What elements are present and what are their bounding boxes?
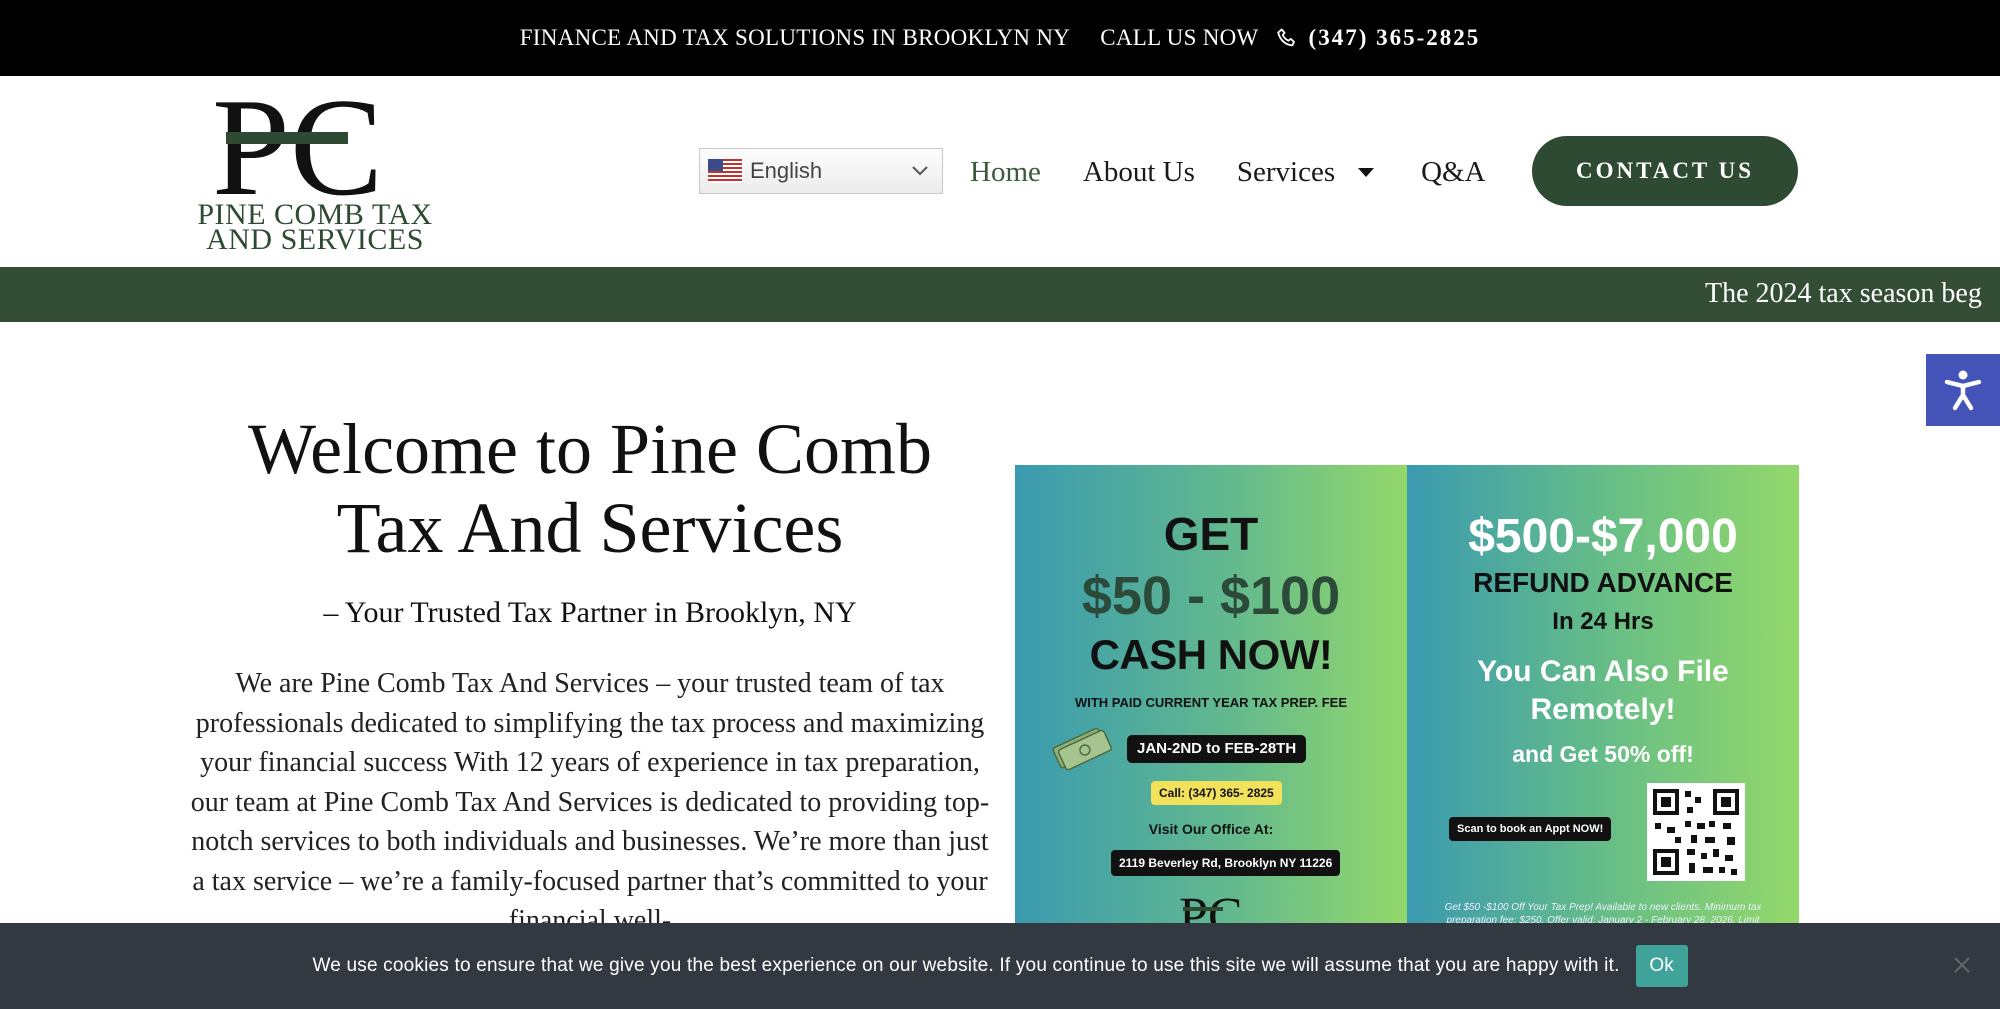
call-label: CALL US NOW [1100,25,1259,50]
logo-mark: PC [212,70,383,225]
flyer-discount: and Get 50% off! [1512,741,1694,767]
language-label: English [750,158,823,183]
nav-about[interactable]: About Us [1083,156,1195,189]
flyer-refund-label: REFUND ADVANCE [1473,567,1733,598]
page-subtitle: – Your Trusted Tax Partner in Brooklyn, … [323,596,857,629]
svg-text:PC: PC [212,90,383,202]
chevron-down-icon [912,166,928,176]
flyer-dates: JAN-2ND to FEB-28TH [1127,735,1307,763]
nav-qa[interactable]: Q&A [1421,156,1485,189]
phone-link[interactable]: (347) 365-2825 [1309,25,1481,51]
main-nav: Home About Us Services Q&A [970,146,1486,198]
nav-services-label: Services [1236,155,1336,188]
language-selector[interactable]: English [699,148,943,194]
flyer-remote-line-2: Remotely! [1530,693,1676,726]
intro-paragraph: We are Pine Comb Tax And Services – your… [190,668,990,936]
tagline: FINANCE AND TAX SOLUTIONS IN BROOKLYN NY [519,25,1071,50]
flyer-cash-amount: $50 - $100 [1081,566,1341,626]
contact-us-button[interactable]: CONTACT US [1532,136,1798,206]
page-title: Welcome to Pine Comb Tax And Services [190,410,990,568]
title-line-1: Welcome to Pine Comb [247,409,933,489]
flyer-cash-now: CASH NOW! [1089,631,1333,678]
top-info-bar: FINANCE AND TAX SOLUTIONS IN BROOKLYN NY… [0,0,2000,76]
flyer-remote-line-1: You Can Also File [1477,655,1729,688]
promo-flyer: GET $50 - $100 CASH NOW! WITH PAID CURRE… [1015,465,1799,925]
flyer-logo: PC [1179,889,1243,925]
flyer-remote: You Can Also File Remotely! [1407,653,1799,729]
cookie-text: We use cookies to ensure that we give yo… [312,955,1620,976]
cookie-banner: We use cookies to ensure that we give yo… [0,923,2000,1009]
close-icon[interactable] [1952,955,1972,975]
logo-text: PINE COMB TAX AND SERVICES [190,200,440,256]
flyer-refund-panel: $500-$7,000 REFUND ADVANCE In 24 Hrs You… [1407,465,1799,925]
flyer-address: 2119 Beverley Rd, Brooklyn NY 11226 [1111,850,1341,876]
caret-down-icon [1358,167,1375,177]
page-title-heading: Welcome to Pine Comb Tax And Services [190,410,990,568]
announcement-ticker: The 2024 tax season beg [0,267,2000,322]
flyer-refund-amount: $500-$7,000 [1468,510,1738,563]
cookie-ok-button[interactable]: Ok [1635,945,1688,987]
flyer-scan-label: Scan to book an Appt NOW! [1449,817,1612,841]
site-header: PC PINE COMB TAX AND SERVICES English Ho… [0,70,2000,267]
title-line-2: Tax And Services [336,488,844,568]
nav-home[interactable]: Home [970,156,1041,189]
accessibility-icon [1944,370,1982,411]
us-flag-icon [708,159,742,183]
ticker-text: The 2024 tax season beg [1705,278,1982,309]
flyer-call: Call: (347) 365- 2825 [1151,781,1282,805]
nav-services[interactable]: Services [1237,156,1375,189]
accessibility-button[interactable] [1926,354,2000,426]
qr-code-icon[interactable] [1647,783,1745,881]
flyer-visit: Visit Our Office At: [1148,821,1274,837]
logo-line-2: AND SERVICES [206,223,424,256]
flyer-hours: In 24 Hrs [1552,608,1654,635]
flyer-fee-note: WITH PAID CURRENT YEAR TAX PREP. FEE [1074,695,1348,710]
flyer-get: GET [1163,508,1259,560]
logo[interactable]: PC PINE COMB TAX AND SERVICES [190,70,440,260]
flyer-cash-panel: GET $50 - $100 CASH NOW! WITH PAID CURRE… [1015,465,1407,925]
flyer-fine-print: Get $50 -$100 Off Your Tax Prep! Availab… [1444,902,1762,925]
phone-icon [1275,26,1299,50]
money-icon [1052,727,1112,771]
